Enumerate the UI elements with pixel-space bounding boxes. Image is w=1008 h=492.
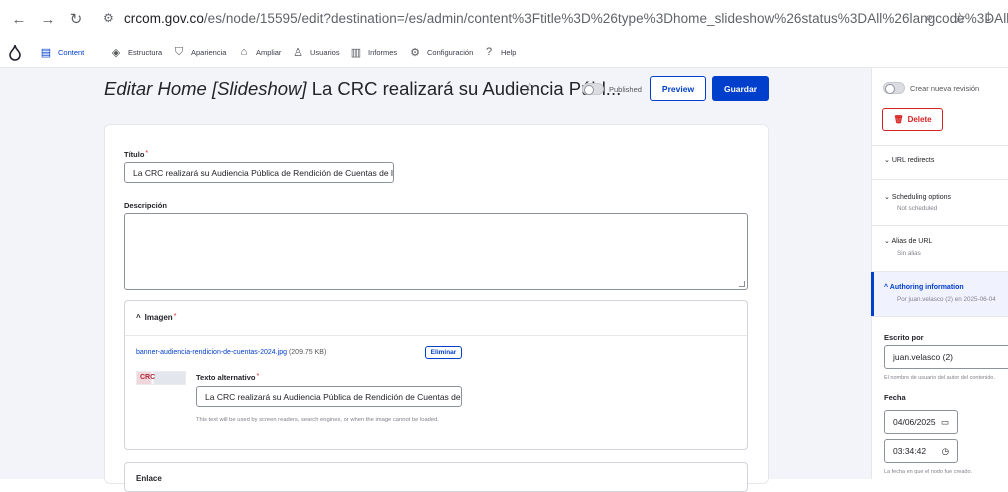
section-sub: Not scheduled <box>897 205 938 212</box>
remove-image-button[interactable]: Eliminar <box>425 346 462 359</box>
help-icon: ? <box>485 46 493 58</box>
sidebar-divider <box>871 225 1008 226</box>
section-scheduling[interactable]: ⌄ Scheduling options <box>884 193 951 201</box>
toolbar-item-help[interactable]: ? Help <box>483 46 517 58</box>
toolbar-item-label: Usuarios <box>310 48 340 57</box>
reload-icon[interactable]: ↻ <box>65 8 87 30</box>
url-path: /es/node/15595/edit?destination=/es/admi… <box>203 11 1008 26</box>
url-host: crcom.gov.co <box>124 11 204 26</box>
alt-text-label: Texto alternativo* <box>196 373 260 382</box>
back-arrow-icon[interactable]: ← <box>8 8 30 30</box>
chevron-up-icon: ^ <box>136 313 141 322</box>
author-label: Escrito por <box>884 333 924 342</box>
sidebar-divider <box>871 316 1008 317</box>
alt-text-input[interactable]: La CRC realizará su Audiencia Pública de… <box>196 386 462 407</box>
image-thumbnail: CRC <box>136 371 186 385</box>
file-link[interactable]: banner-audiencia-rendicion-de-cuentas-20… <box>136 349 287 356</box>
content-icon: ▤ <box>40 47 52 59</box>
toolbar-item-extend[interactable]: ⌂ Ampliar <box>238 46 282 58</box>
required-marker: * <box>256 373 260 380</box>
description-field-label: Descripción <box>124 201 167 210</box>
time-value: 03:34:42 <box>893 446 927 456</box>
page-title-text: La CRC realizará su Audiencia Públ... <box>306 78 622 99</box>
zoom-icon[interactable]: ⌕ <box>925 9 933 26</box>
page-title: Editar Home [Slideshow] La CRC realizará… <box>104 78 621 100</box>
toolbar-item-label: Informes <box>368 48 398 57</box>
section-url-redirects[interactable]: ⌄ URL redirects <box>884 156 934 164</box>
appearance-icon: ⛉ <box>174 46 184 58</box>
config-icon: ⚙ <box>410 47 420 59</box>
admin-toolbar: ▤ Content ◈ Estructura ⛉ Apariencia ⌂ Amplia… <box>0 38 1008 68</box>
browser-address-bar: ← → ↻ ⚙ crcom.gov.co/es/node/15595/edit?… <box>0 0 1008 38</box>
author-help: El nombre de usuario del autor del conte… <box>884 375 995 381</box>
sidebar-divider <box>871 179 1008 180</box>
required-marker: * <box>173 313 177 320</box>
date-help: La fecha en que el nodo fue creado. <box>884 469 973 475</box>
toolbar-item-label: Ampliar <box>256 47 282 57</box>
file-size: (209.75 KB) <box>288 349 327 356</box>
required-marker: * <box>145 150 149 157</box>
clock-icon[interactable]: ◷ <box>942 446 949 457</box>
download-icon[interactable]: ⤓ <box>985 9 992 26</box>
chevron-down-icon: ⌄ <box>884 194 890 201</box>
fieldset-divider <box>125 335 747 336</box>
image-file: banner-audiencia-rendicion-de-cuentas-20… <box>136 349 326 356</box>
date-input[interactable]: 04/06/2025 ▭ <box>884 410 958 434</box>
toolbar-item-label: Content <box>58 48 85 57</box>
delete-button[interactable]: 🗑 Delete <box>882 108 943 131</box>
bookmark-star-icon[interactable]: ☆ <box>953 9 966 27</box>
toolbar-item-structure[interactable]: ◈ Estructura <box>110 46 162 59</box>
toolbar-item-config[interactable]: ⚙ Configuración <box>409 46 473 59</box>
title-field-label: Título* <box>124 150 149 159</box>
toolbar-item-label: Configuración <box>427 48 474 57</box>
link-fieldset <box>124 462 748 492</box>
section-sub: Sin alias <box>897 250 921 257</box>
site-settings-icon[interactable]: ⚙ <box>103 11 114 25</box>
chevron-down-icon: ⌄ <box>884 238 890 245</box>
date-value: 04/06/2025 <box>893 417 936 427</box>
delete-label: Delete <box>907 115 932 124</box>
toolbar-item-content[interactable]: ▤ Content <box>40 46 84 59</box>
revision-toggle[interactable] <box>883 82 905 94</box>
reports-icon: ▥ <box>350 47 362 59</box>
shortcut-star-icon[interactable]: ☆ <box>524 80 536 96</box>
revision-label: Crear nueva revisión <box>910 84 980 93</box>
chevron-down-icon: ⌄ <box>884 157 890 164</box>
title-input[interactable]: La CRC realizará su Audiencia Pública de… <box>124 162 394 183</box>
toolbar-item-label: Apariencia <box>191 48 227 57</box>
resize-handle[interactable] <box>739 281 745 287</box>
toolbar-item-label: Estructura <box>128 48 163 57</box>
section-authoring[interactable]: ^ Authoring information <box>884 284 964 291</box>
published-label: Published <box>609 85 642 94</box>
image-legend[interactable]: ^ Imagen* <box>136 313 176 322</box>
time-input[interactable]: 03:34:42 ◷ <box>884 439 958 463</box>
alt-text-help: This text will be used by screen readers… <box>196 417 439 423</box>
chevron-up-icon: ^ <box>884 284 889 291</box>
users-icon: ♙ <box>293 47 303 59</box>
toolbar-item-label: Help <box>501 47 517 57</box>
page-title-prefix: Editar Home [Slideshow] <box>104 78 307 99</box>
active-section-background <box>871 272 1008 316</box>
toolbar-item-users[interactable]: ♙ Usuarios <box>292 46 340 59</box>
save-button[interactable]: Guardar <box>712 76 769 101</box>
date-label: Fecha <box>884 393 906 402</box>
calendar-icon[interactable]: ▭ <box>941 417 949 428</box>
section-url-alias[interactable]: ⌄ Alias de URL <box>884 237 932 245</box>
sidebar-divider <box>871 145 1008 146</box>
extend-icon: ⌂ <box>240 46 248 58</box>
published-toggle[interactable] <box>582 83 604 95</box>
url-field[interactable]: crcom.gov.co/es/node/15595/edit?destinat… <box>124 11 1008 26</box>
toolbar-item-reports[interactable]: ▥ Informes <box>350 46 397 59</box>
author-input[interactable]: juan.velasco (2) <box>884 345 1008 369</box>
drupal-logo-icon[interactable] <box>8 44 22 61</box>
preview-button[interactable]: Preview <box>650 76 706 101</box>
trash-icon: 🗑 <box>893 115 904 124</box>
description-textarea[interactable] <box>124 213 748 290</box>
forward-arrow-icon[interactable]: → <box>37 8 59 30</box>
toolbar-item-appearance[interactable]: ⛉ Apariencia <box>173 46 227 59</box>
structure-icon: ◈ <box>111 47 121 59</box>
thumbnail-text: CRC <box>140 374 156 381</box>
section-sub: Por juan.velasco (2) en 2025-06-04 <box>897 296 996 303</box>
